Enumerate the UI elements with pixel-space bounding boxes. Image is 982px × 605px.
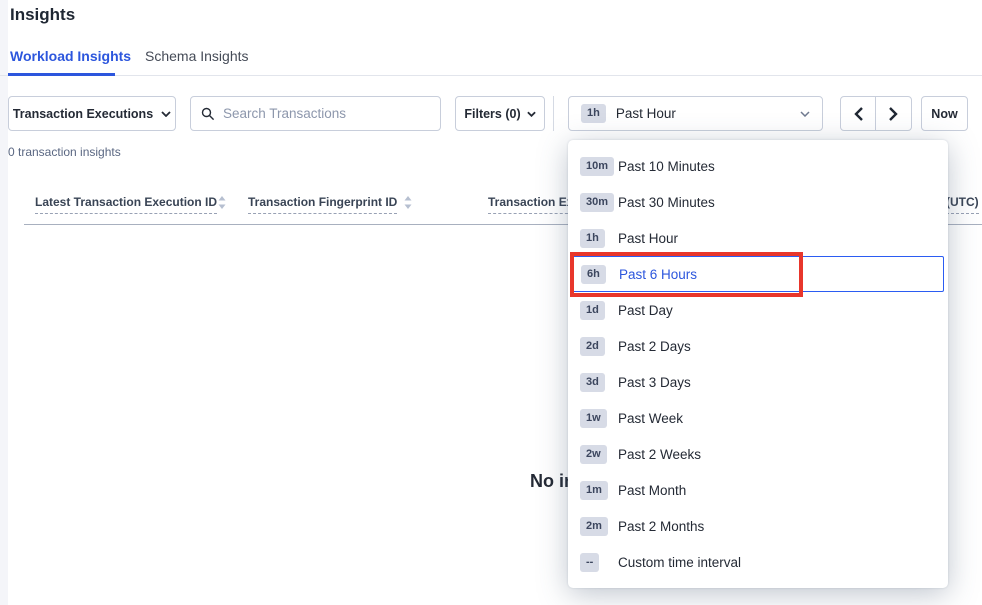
time-option-past-month[interactable]: 1m Past Month bbox=[568, 472, 948, 508]
time-badge: 2d bbox=[580, 337, 605, 356]
time-option-label: Custom time interval bbox=[618, 555, 741, 570]
active-tab-underline bbox=[8, 73, 115, 76]
time-badge: 1m bbox=[580, 481, 608, 500]
time-option-label: Past Week bbox=[618, 411, 683, 426]
time-option-label: Past Hour bbox=[618, 231, 678, 246]
time-badge: 30m bbox=[580, 193, 614, 212]
time-badge-slot: 2d bbox=[580, 336, 618, 356]
column-header-transaction-fingerprint-id[interactable]: Transaction Fingerprint ID bbox=[248, 195, 397, 214]
time-badge: 2m bbox=[580, 517, 608, 536]
time-interval-label: Past Hour bbox=[616, 106, 676, 121]
previous-interval-button[interactable] bbox=[841, 97, 876, 130]
search-container bbox=[190, 96, 441, 131]
time-badge: 1h bbox=[580, 229, 605, 248]
time-option-label: Past 3 Days bbox=[618, 375, 691, 390]
time-badge-slot: 1h bbox=[580, 228, 618, 248]
filters-button-label: Filters (0) bbox=[464, 107, 520, 121]
next-interval-button[interactable] bbox=[876, 97, 911, 130]
time-badge-slot: 1d bbox=[580, 300, 618, 320]
time-interval-picker[interactable]: 1h Past Hour bbox=[568, 96, 823, 131]
column-header-latest-transaction-execution-id[interactable]: Latest Transaction Execution ID bbox=[35, 195, 217, 214]
time-badge-slot: 3d bbox=[580, 372, 618, 392]
time-badge: 10m bbox=[580, 157, 614, 176]
time-badge: 6h bbox=[581, 265, 606, 284]
time-option-label: Past 10 Minutes bbox=[618, 159, 715, 174]
column-header-transaction-execution[interactable]: Transaction Ex bbox=[488, 195, 573, 214]
time-badge: 1d bbox=[580, 301, 605, 320]
now-button[interactable]: Now bbox=[921, 96, 968, 131]
time-badge-slot: 10m bbox=[580, 156, 618, 176]
time-option-past-hour[interactable]: 1h Past Hour bbox=[568, 220, 948, 256]
time-option-past-3-days[interactable]: 3d Past 3 Days bbox=[568, 364, 948, 400]
time-badge: 3d bbox=[580, 373, 605, 392]
search-icon bbox=[201, 107, 215, 121]
workload-type-select-label: Transaction Executions bbox=[13, 107, 153, 121]
time-option-custom-time-interval[interactable]: -- Custom time interval bbox=[568, 544, 948, 580]
toolbar-divider bbox=[553, 96, 554, 131]
time-option-past-week[interactable]: 1w Past Week bbox=[568, 400, 948, 436]
time-option-label: Past 6 Hours bbox=[619, 267, 697, 282]
time-option-label: Past Day bbox=[618, 303, 673, 318]
time-option-past-10-minutes[interactable]: 10m Past 10 Minutes bbox=[568, 148, 948, 184]
chevron-right-icon bbox=[889, 107, 898, 121]
time-option-past-6-hours[interactable]: 6h Past 6 Hours bbox=[572, 256, 944, 292]
tab-schema-insights[interactable]: Schema Insights bbox=[145, 48, 249, 64]
sort-icon[interactable] bbox=[218, 196, 226, 209]
time-interval-badge: 1h bbox=[581, 104, 606, 123]
sort-icon[interactable] bbox=[404, 196, 412, 209]
tabs-divider bbox=[0, 75, 982, 76]
column-header-utc[interactable]: (UTC) bbox=[946, 195, 979, 214]
time-badge: 1w bbox=[580, 409, 607, 428]
time-option-label: Past 30 Minutes bbox=[618, 195, 715, 210]
search-input[interactable] bbox=[223, 106, 430, 121]
time-badge: -- bbox=[580, 553, 599, 572]
time-badge-slot: 2w bbox=[580, 444, 618, 464]
workload-type-select[interactable]: Transaction Executions bbox=[8, 96, 176, 131]
time-badge-slot: -- bbox=[580, 552, 618, 572]
chevron-down-icon bbox=[161, 111, 171, 117]
time-option-label: Past Month bbox=[618, 483, 686, 498]
page-title: Insights bbox=[10, 5, 75, 25]
time-badge: 2w bbox=[580, 445, 607, 464]
time-option-past-2-weeks[interactable]: 2w Past 2 Weeks bbox=[568, 436, 948, 472]
time-badge-slot: 6h bbox=[581, 264, 619, 284]
time-option-label: Past 2 Weeks bbox=[618, 447, 701, 462]
chevron-down-icon bbox=[800, 111, 810, 117]
time-badge-slot: 30m bbox=[580, 192, 618, 212]
time-interval-dropdown: 10m Past 10 Minutes 30m Past 30 Minutes … bbox=[568, 140, 948, 588]
time-option-past-2-days[interactable]: 2d Past 2 Days bbox=[568, 328, 948, 364]
chevron-down-icon bbox=[527, 111, 536, 117]
filters-button[interactable]: Filters (0) bbox=[455, 96, 545, 131]
time-badge-slot: 1m bbox=[580, 480, 618, 500]
time-nav-group bbox=[840, 96, 912, 131]
tab-workload-insights[interactable]: Workload Insights bbox=[10, 48, 131, 64]
time-option-past-day[interactable]: 1d Past Day bbox=[568, 292, 948, 328]
time-badge-slot: 2m bbox=[580, 516, 618, 536]
time-option-past-2-months[interactable]: 2m Past 2 Months bbox=[568, 508, 948, 544]
chevron-left-icon bbox=[854, 107, 863, 121]
time-option-label: Past 2 Months bbox=[618, 519, 704, 534]
page-gutter bbox=[0, 0, 8, 605]
time-option-past-30-minutes[interactable]: 30m Past 30 Minutes bbox=[568, 184, 948, 220]
time-badge-slot: 1w bbox=[580, 408, 618, 428]
insights-count: 0 transaction insights bbox=[8, 145, 121, 159]
time-option-label: Past 2 Days bbox=[618, 339, 691, 354]
